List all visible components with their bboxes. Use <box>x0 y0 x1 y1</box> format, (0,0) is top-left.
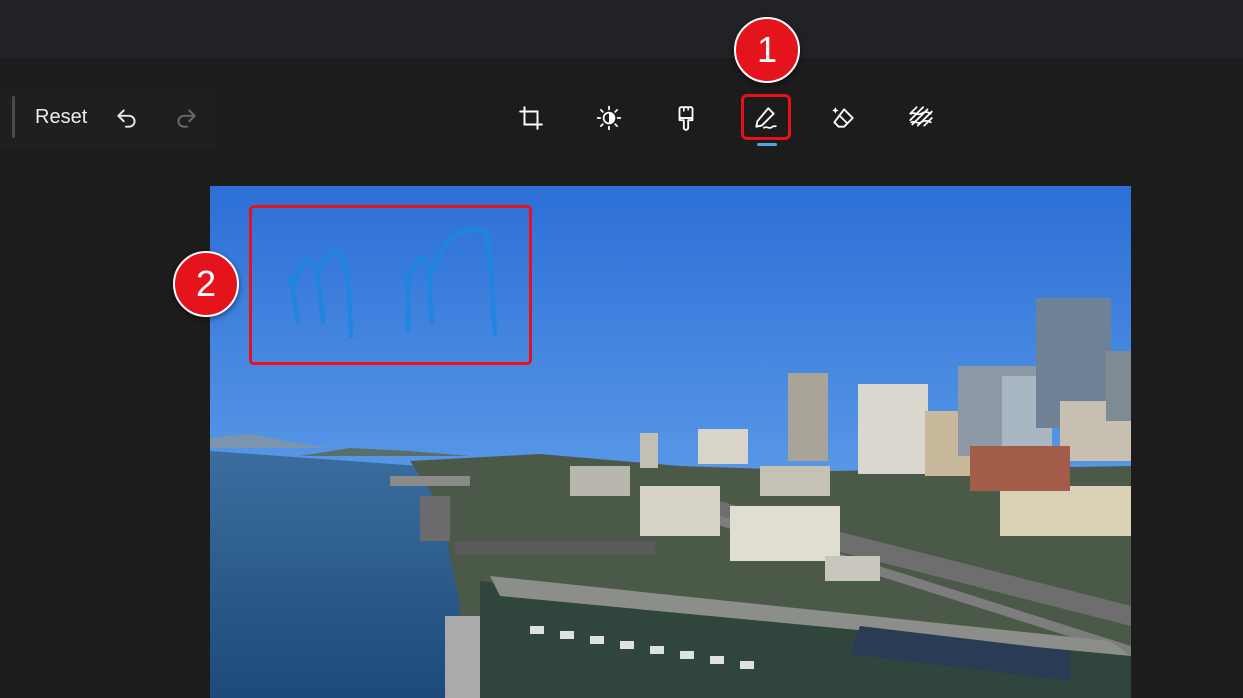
divider <box>12 96 15 138</box>
crop-tool[interactable] <box>511 98 551 138</box>
redo-icon <box>177 109 196 128</box>
filter-brush-icon <box>678 106 694 131</box>
markup-tool-highlight <box>741 94 791 140</box>
redo-button[interactable] <box>170 102 202 134</box>
undo-button[interactable] <box>111 102 143 134</box>
adjustment-tool[interactable] <box>589 98 629 138</box>
step-badge-1: 1 <box>734 17 800 83</box>
undo-icon <box>117 109 136 128</box>
step-badge-2: 2 <box>173 251 239 317</box>
markup-highlight-box <box>249 205 532 365</box>
reset-button[interactable]: Reset <box>35 106 87 129</box>
erase-tool[interactable] <box>823 98 863 138</box>
background-icon <box>909 106 933 127</box>
title-bar <box>0 0 1243 58</box>
filter-tool[interactable] <box>666 98 706 138</box>
erase-icon <box>832 107 854 128</box>
background-tool[interactable] <box>901 98 941 138</box>
adjustment-icon <box>596 105 622 131</box>
crop-icon <box>519 106 543 130</box>
selected-indicator <box>757 143 777 146</box>
